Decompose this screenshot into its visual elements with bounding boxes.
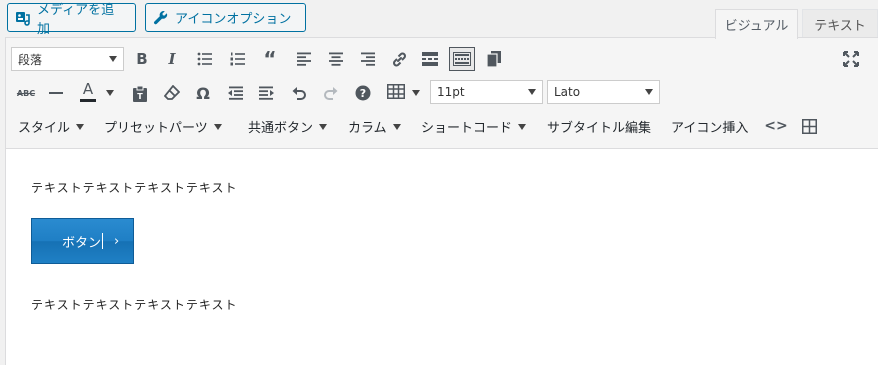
caret-down-icon	[518, 123, 527, 130]
caret-down-icon	[213, 123, 222, 130]
copy-icon[interactable]	[484, 49, 504, 69]
menu-column[interactable]: カラム	[348, 117, 401, 136]
menu-preset-parts[interactable]: プリセットパーツ	[104, 117, 222, 136]
menu-icon-insert[interactable]: アイコン挿入	[671, 117, 748, 136]
chevron-down-icon	[645, 89, 653, 95]
grid-insert-icon[interactable]	[800, 117, 818, 135]
bold-icon[interactable]: B	[132, 49, 152, 69]
media-icon	[15, 10, 31, 26]
bullet-list-icon[interactable]	[195, 49, 215, 69]
font-size-select[interactable]: 11pt	[430, 80, 543, 104]
clear-formatting-icon[interactable]	[162, 83, 182, 103]
content-button-label: ボタン	[62, 235, 102, 251]
format-select[interactable]: 段落	[11, 47, 124, 71]
font-family-select-value: Lato	[554, 85, 581, 99]
tab-text[interactable]: テキスト	[802, 9, 878, 38]
tab-text-label: テキスト	[814, 18, 866, 34]
text-color-dropdown-icon[interactable]	[104, 87, 116, 99]
font-family-select[interactable]: Lato	[547, 80, 660, 104]
fullscreen-icon[interactable]	[841, 49, 861, 69]
menu-common-button-label: 共通ボタン	[248, 121, 314, 136]
paragraph-2: テキストテキストテキストテキスト	[31, 298, 238, 312]
help-icon[interactable]: ?	[353, 83, 373, 103]
editor: 段落 B I “ ABC A T Ω ? 11pt Lato スタイル プリセッ…	[5, 37, 878, 365]
menu-preset-parts-label: プリセットパーツ	[104, 121, 208, 136]
icon-option-button[interactable]: アイコンオプション	[145, 3, 306, 32]
horizontal-line-icon[interactable]	[46, 83, 66, 103]
paragraph-1: テキストテキストテキストテキスト	[31, 181, 238, 195]
caret-down-icon	[392, 123, 401, 130]
indent-icon[interactable]	[257, 83, 277, 103]
menu-column-label: カラム	[348, 121, 387, 136]
paste-text-icon[interactable]: T	[130, 83, 150, 103]
outdent-icon[interactable]	[225, 83, 245, 103]
text-color-label: A	[82, 80, 94, 98]
menu-style[interactable]: スタイル	[18, 117, 85, 136]
tab-visual[interactable]: ビジュアル	[715, 9, 798, 39]
text-cursor	[102, 233, 104, 249]
menu-style-label: スタイル	[18, 121, 71, 136]
chevron-right-icon: ›	[114, 233, 120, 249]
toolbar-toggle-icon[interactable]	[449, 47, 475, 71]
add-media-button[interactable]: メディアを追加	[7, 3, 136, 37]
wrench-icon	[153, 10, 169, 26]
undo-icon[interactable]	[289, 83, 309, 103]
menu-subtitle-edit-label: サブタイトル編集	[547, 121, 652, 136]
table-icon[interactable]	[385, 81, 407, 101]
menu-icon-insert-label: アイコン挿入	[671, 121, 749, 136]
text-color-icon[interactable]: A	[78, 81, 98, 103]
strikethrough-label: ABC	[16, 88, 36, 98]
align-right-icon[interactable]	[358, 49, 378, 69]
content-button[interactable]: ボタン ›	[31, 218, 134, 264]
read-more-icon[interactable]	[420, 49, 440, 69]
editor-content[interactable]: テキストテキストテキストテキスト ボタン › テキストテキストテキストテキスト	[6, 149, 878, 365]
code-icon[interactable]: <>	[764, 117, 787, 135]
menu-common-button[interactable]: 共通ボタン	[248, 117, 328, 136]
blockquote-icon[interactable]: “	[260, 47, 280, 71]
table-dropdown-icon[interactable]	[410, 87, 422, 99]
redo-icon[interactable]	[321, 83, 341, 103]
menu-subtitle-edit[interactable]: サブタイトル編集	[547, 117, 651, 136]
icon-option-label: アイコンオプション	[175, 12, 292, 27]
caret-down-icon	[319, 123, 328, 130]
align-left-icon[interactable]	[294, 49, 314, 69]
italic-icon[interactable]: I	[162, 49, 182, 69]
caret-down-icon	[76, 123, 85, 130]
editor-toolbar: 段落 B I “ ABC A T Ω ? 11pt Lato スタイル プリセッ…	[6, 38, 878, 149]
svg-text:T: T	[137, 92, 143, 101]
font-size-select-value: 11pt	[437, 85, 465, 99]
numbered-list-icon[interactable]	[228, 49, 248, 69]
menu-shortcode-label: ショートコード	[421, 121, 513, 136]
special-character-icon[interactable]: Ω	[193, 83, 213, 103]
align-center-icon[interactable]	[326, 49, 346, 69]
tab-visual-label: ビジュアル	[724, 19, 789, 34]
menu-shortcode[interactable]: ショートコード	[421, 117, 527, 136]
format-select-value: 段落	[18, 52, 43, 67]
chevron-down-icon	[109, 56, 117, 62]
svg-text:?: ?	[360, 87, 366, 100]
strikethrough-icon[interactable]: ABC	[15, 83, 37, 103]
chevron-down-icon	[528, 89, 536, 95]
add-media-label: メディアを追加	[37, 2, 115, 37]
link-icon[interactable]	[388, 49, 410, 69]
